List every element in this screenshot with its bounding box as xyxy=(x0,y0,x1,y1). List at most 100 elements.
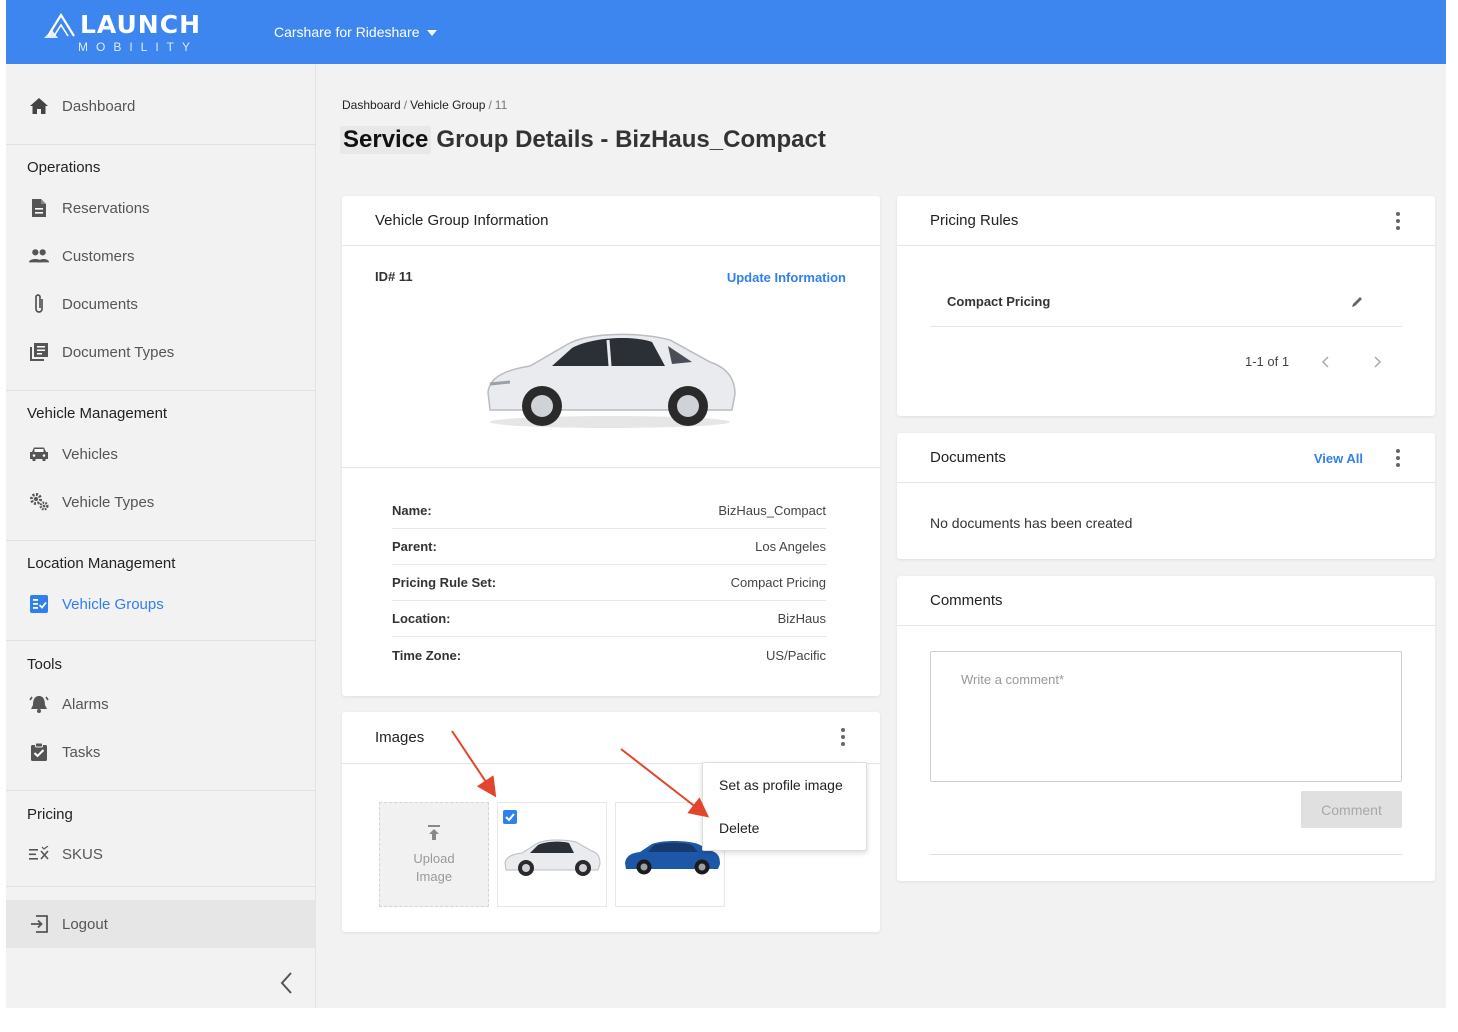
section-heading-vehicle-management: Vehicle Management xyxy=(27,405,168,422)
upload-label-line1: Upload xyxy=(413,851,455,866)
app-frame: LAUNCH MOBILITY Carshare for Rideshare D… xyxy=(6,0,1446,1008)
sidebar-item-reservations[interactable]: Reservations xyxy=(6,188,316,228)
image-select-checkbox[interactable] xyxy=(503,810,517,824)
sidebar-divider xyxy=(6,790,316,791)
sidebar-item-documents[interactable]: Documents xyxy=(6,284,316,324)
card-header: Comments xyxy=(897,576,1435,626)
sidebar-divider xyxy=(6,144,316,145)
documents-card: Documents View All No documents has been… xyxy=(897,433,1435,559)
sidebar-item-alarms[interactable]: Alarms xyxy=(6,684,316,724)
library-icon xyxy=(28,341,50,363)
sidebar-item-label: Alarms xyxy=(62,695,109,713)
card-title: Images xyxy=(375,729,425,746)
sidebar-item-vehicles[interactable]: Vehicles xyxy=(6,434,316,474)
upload-label-line2: Image xyxy=(415,869,453,884)
table-row: Parent: Los Angeles xyxy=(392,529,826,565)
card-header: Documents View All xyxy=(897,433,1435,483)
sidebar-item-label: Vehicles xyxy=(62,445,118,463)
page-title-text: Group Details - BizHaus_Compact xyxy=(436,126,826,153)
row-key: Parent: xyxy=(392,539,437,554)
upload-image-button[interactable]: Upload Image xyxy=(379,802,489,907)
breadcrumb-separator: / xyxy=(403,98,408,112)
sidebar-item-label: Customers xyxy=(62,247,135,265)
delete-image-menu-item[interactable]: Delete xyxy=(703,806,866,849)
edit-pencil-icon[interactable] xyxy=(1350,295,1364,309)
section-heading-tools: Tools xyxy=(27,656,63,673)
card-divider xyxy=(342,467,880,468)
launch-mobility-logo[interactable]: LAUNCH MOBILITY xyxy=(44,12,201,54)
chevron-left-icon xyxy=(280,972,292,994)
row-value: Los Angeles xyxy=(755,539,826,554)
row-key: Pricing Rule Set: xyxy=(392,575,497,590)
sidebar-item-customers[interactable]: Customers xyxy=(6,236,316,276)
app-selector-label: Carshare for Rideshare xyxy=(274,24,420,40)
breadcrumb-current: 11 xyxy=(494,98,508,112)
table-row: Pricing Rule Set: Compact Pricing xyxy=(392,565,826,601)
pagination-info: 1-1 of 1 xyxy=(1245,354,1290,369)
sidebar-divider xyxy=(6,886,316,887)
top-bar: LAUNCH MOBILITY Carshare for Rideshare xyxy=(6,0,1446,64)
row-key: Time Zone: xyxy=(392,647,462,663)
images-more-options-icon[interactable] xyxy=(840,728,846,746)
card-header: Pricing Rules xyxy=(897,196,1435,246)
sidebar-item-label: Document Types xyxy=(62,343,175,361)
card-title: Documents xyxy=(930,449,1006,466)
comment-textarea[interactable]: Write a comment* xyxy=(930,651,1402,782)
view-all-documents-link[interactable]: View All xyxy=(1314,451,1363,466)
page-title-highlight: Service xyxy=(340,126,432,154)
sidebar-item-skus[interactable]: SKUS xyxy=(6,834,316,874)
section-heading-pricing: Pricing xyxy=(27,806,73,823)
app-selector-dropdown[interactable]: Carshare for Rideshare xyxy=(274,24,437,40)
sidebar-item-label: Vehicle Types xyxy=(62,493,155,511)
silver-car-image xyxy=(504,839,601,876)
table-row: Time Zone: US/Pacific xyxy=(392,637,826,673)
chevron-right-icon[interactable] xyxy=(1372,355,1382,369)
sidebar-item-tasks[interactable]: Tasks xyxy=(6,732,316,772)
logo-subtitle: MOBILITY xyxy=(78,40,199,54)
logout-label: Logout xyxy=(62,915,108,933)
sidebar-item-vehicle-types[interactable]: Vehicle Types xyxy=(6,482,316,522)
group-id-label: ID# 11 xyxy=(375,269,413,284)
sidebar-divider xyxy=(6,540,316,541)
people-icon xyxy=(28,245,50,267)
sidebar-item-label: Vehicle Groups xyxy=(62,595,164,613)
row-value: BizHaus_Compact xyxy=(718,503,826,518)
update-information-link[interactable]: Update Information xyxy=(727,270,846,285)
row-key: Name: xyxy=(392,503,432,518)
row-key: Location: xyxy=(392,611,451,626)
sidebar-item-label: Tasks xyxy=(62,743,101,761)
sidebar-item-document-types[interactable]: Document Types xyxy=(6,332,316,372)
row-value: Compact Pricing xyxy=(730,575,826,590)
check-icon xyxy=(505,813,515,822)
breadcrumb-vehicle-group-link[interactable]: Vehicle Group xyxy=(410,98,485,112)
car-icon xyxy=(28,443,50,465)
documents-more-options-icon[interactable] xyxy=(1395,449,1401,467)
breadcrumb-separator: / xyxy=(488,98,492,112)
page-title: Service Group Details - BizHaus_Compact xyxy=(340,126,826,154)
table-row: Name: BizHaus_Compact xyxy=(392,493,826,529)
section-heading-operations: Operations xyxy=(27,159,101,176)
comment-submit-button[interactable]: Comment xyxy=(1301,791,1402,828)
collapse-sidebar-button[interactable] xyxy=(274,968,298,998)
row-value: US/Pacific xyxy=(766,647,826,663)
row-value: BizHaus xyxy=(777,611,826,626)
upload-icon xyxy=(428,825,440,840)
image-thumbnail-silver-car[interactable] xyxy=(497,802,607,907)
sidebar-item-vehicle-groups[interactable]: Vehicle Groups xyxy=(6,584,316,624)
card-title: Pricing Rules xyxy=(930,212,1019,229)
gears-icon xyxy=(28,491,50,513)
set-as-profile-image-menu-item[interactable]: Set as profile image xyxy=(703,763,866,806)
chevron-left-icon[interactable] xyxy=(1321,355,1331,369)
breadcrumb-dashboard-link[interactable]: Dashboard xyxy=(342,98,401,112)
vehicle-group-info-card: Vehicle Group Information ID# 11 Update … xyxy=(342,196,880,696)
logout-icon xyxy=(28,913,50,935)
pricing-rules-card: Pricing Rules Compact Pricing 1-1 of 1 xyxy=(897,196,1435,416)
sidebar-item-dashboard[interactable]: Dashboard xyxy=(6,86,316,126)
pricing-rule-row[interactable]: Compact Pricing xyxy=(930,277,1402,327)
pricing-more-options-icon[interactable] xyxy=(1395,212,1401,230)
sku-list-icon xyxy=(28,843,50,865)
file-icon xyxy=(28,197,50,219)
clipboard-check-icon xyxy=(28,741,50,763)
logout-button[interactable]: Logout xyxy=(6,900,316,948)
logo-mountain-icon xyxy=(44,12,75,38)
